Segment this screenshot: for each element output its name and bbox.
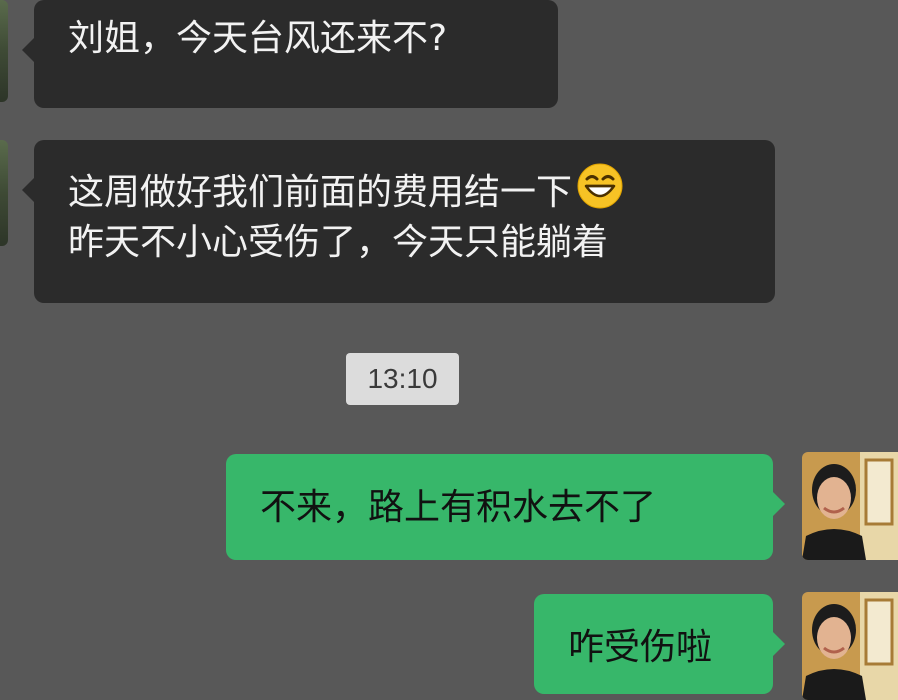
message-timestamp: 13:10 [346,353,459,405]
user-avatar[interactable] [802,592,898,700]
message-text: 刘姐，今天台风还来不? [68,18,448,59]
contact-avatar[interactable] [0,0,8,102]
user-portrait-icon [802,452,898,560]
user-portrait-icon [802,592,898,700]
chat-window: 刘姐，今天台风还来不? 这周做好我们前面的费用结一下 昨天不小心受伤了，今天只能… [0,0,898,700]
grinning-face-emoji-icon [577,163,623,209]
outgoing-message-bubble[interactable]: 不来，路上有积水去不了 [226,454,785,560]
contact-avatar[interactable] [0,140,8,246]
message-text: 咋受伤啦 [568,627,713,668]
user-avatar[interactable] [802,452,898,560]
message-text: 这周做好我们前面的费用结一下 [68,172,573,213]
incoming-message-bubble[interactable]: 刘姐，今天台风还来不? [22,0,558,108]
message-text: 昨天不小心受伤了，今天只能躺着 [68,222,609,263]
incoming-message-bubble[interactable]: 这周做好我们前面的费用结一下 昨天不小心受伤了，今天只能躺着 [22,140,775,303]
outgoing-message-bubble[interactable]: 咋受伤啦 [534,594,785,694]
message-text: 不来，路上有积水去不了 [260,487,657,528]
